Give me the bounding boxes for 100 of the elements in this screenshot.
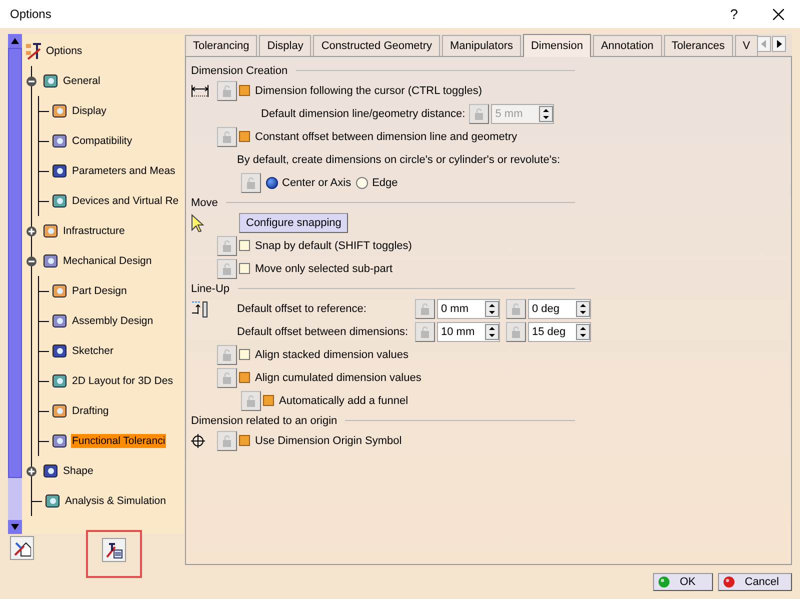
spin-field[interactable]: 15 deg [528,322,591,342]
lock-icon [222,130,232,142]
module-icon [42,222,60,240]
module-icon [51,342,69,360]
dimension-icon [191,84,209,98]
lock-icon [511,326,521,338]
lock-button[interactable] [415,322,435,342]
cancel-button[interactable]: Cancel [718,573,792,591]
module-icon [51,432,69,450]
tree-item[interactable]: Display [71,104,108,118]
scroll-down-icon[interactable] [8,520,22,534]
lock-button[interactable] [415,298,435,318]
scroll-right-button[interactable] [772,36,786,52]
module-icon [51,312,69,330]
lock-button[interactable] [241,172,261,192]
section-title: Dimension Creation [191,64,288,76]
lock-button[interactable] [217,126,237,146]
tab[interactable]: Annotation [592,35,662,56]
module-icon [44,492,62,510]
tree-item[interactable]: Analysis & Simulation [64,494,167,508]
expand-icon[interactable] [26,226,37,236]
lock-button[interactable] [217,80,237,100]
lock-icon [222,372,232,384]
collapse-icon[interactable] [26,256,37,266]
tree-item[interactable]: Parameters and Meas [71,164,176,178]
checkbox[interactable] [239,372,250,383]
spin-field[interactable]: 0 deg [528,298,591,318]
spinner-icon[interactable] [485,324,499,340]
lock-icon [222,84,232,96]
field-label: Default offset between dimensions: [237,326,410,338]
collapse-icon[interactable] [26,76,37,86]
lock-button[interactable] [217,344,237,364]
tab[interactable]: Tolerances [664,35,733,56]
field-label: Default dimension line/geometry distance: [261,108,466,120]
checkbox-label: Snap by default (SHIFT toggles) [255,240,412,252]
tree-item[interactable]: Sketcher [71,344,114,358]
lock-icon [246,176,256,188]
tree-item[interactable]: Mechanical Design [62,254,153,268]
tree-item[interactable]: Functional Toleranci [71,434,166,448]
checkbox[interactable] [239,240,250,251]
tab[interactable]: Constructed Geometry [313,35,440,56]
tree-item[interactable]: Devices and Virtual Re [71,194,180,208]
lock-icon [222,240,232,252]
checkbox[interactable] [239,85,250,96]
radio-label: Center or Axis [282,176,352,188]
tab[interactable]: Display [259,35,312,56]
tree-item[interactable]: General [62,74,102,88]
spinner-icon[interactable] [485,300,499,316]
lock-button[interactable] [469,104,490,124]
field-label: Default offset to reference: [237,302,368,314]
lock-icon [246,394,256,406]
tree-item[interactable]: Compatibility [71,134,134,148]
spin-field[interactable]: 10 mm [437,322,500,342]
lock-button[interactable] [217,236,237,256]
lock-icon [222,348,232,360]
lock-button[interactable] [217,258,237,278]
tab[interactable]: V [734,35,758,56]
lock-button[interactable] [217,368,237,388]
checkbox[interactable] [239,263,250,274]
spinner-icon[interactable] [576,300,590,316]
tree-item[interactable]: Infrastructure [62,224,126,238]
tab[interactable]: Dimension [522,34,591,57]
spinner-icon[interactable] [576,324,590,340]
lock-icon [474,108,484,120]
status-dot-icon [658,576,670,588]
checkbox[interactable] [239,435,250,446]
tree-item[interactable]: Drafting [71,404,110,418]
cursor-icon [191,214,205,232]
tree-item[interactable]: Options [45,44,84,58]
checkbox-label: Align cumulated dimension values [255,372,422,384]
home-options-button[interactable] [10,536,34,560]
lock-button[interactable] [217,430,237,450]
lock-button[interactable] [241,390,261,410]
radio-button[interactable] [266,176,278,188]
module-icon [42,72,60,90]
spin-field[interactable]: 0 mm [437,298,500,318]
radio-label: Edge [372,176,398,188]
expand-icon[interactable] [26,466,37,476]
scroll-up-icon[interactable] [8,34,22,48]
options-tool-button[interactable] [102,538,126,562]
checkbox-label: Move only selected sub-part [255,262,393,274]
lock-icon [511,302,521,314]
status-dot-icon [722,576,735,588]
checkbox[interactable] [239,131,250,142]
lock-button[interactable] [506,322,526,342]
section-title: Move [191,196,218,208]
tree-item[interactable]: 2D Layout for 3D Des [71,374,174,388]
help-button[interactable]: ? [712,0,756,28]
tab[interactable]: Tolerancing [185,35,258,56]
tree-item[interactable]: Shape [62,464,94,478]
configure-snapping-button[interactable]: Configure snapping [239,212,348,232]
radio-button[interactable] [356,176,368,188]
window-title: Options [10,7,52,21]
checkbox[interactable] [263,395,274,406]
checkbox[interactable] [239,349,250,360]
lock-button[interactable] [506,298,526,318]
tree-item[interactable]: Part Design [71,284,128,298]
tree-item[interactable]: Assembly Design [71,314,154,328]
tab[interactable]: Manipulators [442,35,521,56]
ok-button[interactable]: OK [652,573,713,591]
